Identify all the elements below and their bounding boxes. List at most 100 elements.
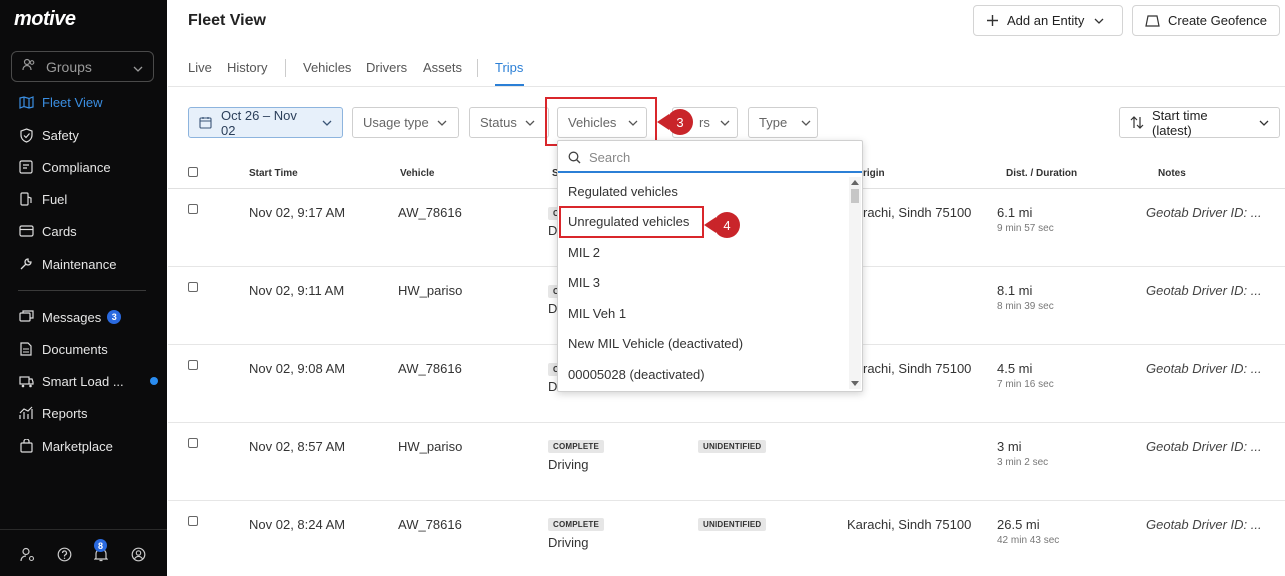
sidebar-item-cards[interactable]: Cards — [18, 220, 158, 242]
chevron-down-icon — [1094, 18, 1104, 24]
sidebar-item-reports[interactable]: Reports — [18, 402, 158, 424]
row-checkbox[interactable] — [188, 516, 198, 526]
active-tab-indicator — [495, 84, 524, 86]
dropdown-option-mil-veh-1[interactable]: MIL Veh 1 — [568, 306, 626, 321]
tab-assets[interactable]: Assets — [423, 60, 462, 75]
motive-logo[interactable]: motive — [14, 8, 76, 31]
dropdown-option-regulated[interactable]: Regulated vehicles — [568, 184, 678, 199]
scrollbar-thumb[interactable] — [851, 189, 859, 203]
sidebar-item-label: Fleet View — [42, 94, 103, 110]
tab-vehicles[interactable]: Vehicles — [303, 60, 351, 75]
start-time-cell: Nov 02, 9:08 AM — [249, 361, 346, 376]
notes-cell: Geotab Driver ID: ... — [1146, 205, 1262, 220]
sidebar-item-label: Documents — [42, 341, 108, 357]
dropdown-option-new-mil[interactable]: New MIL Vehicle (deactivated) — [568, 336, 743, 351]
start-time-cell: Nov 02, 8:24 AM — [249, 517, 346, 532]
help-icon[interactable] — [56, 546, 72, 562]
row-checkbox[interactable] — [188, 438, 198, 448]
start-time-cell: Nov 02, 8:57 AM — [249, 439, 346, 454]
usage-type-label: Usage type — [363, 115, 429, 130]
sidebar-item-label: Compliance — [42, 159, 111, 175]
type-filter[interactable]: Type — [748, 107, 818, 138]
truck-icon — [18, 373, 34, 389]
groups-icon — [22, 58, 36, 75]
column-header-vehicle[interactable]: Vehicle — [400, 168, 434, 179]
status-chip: COMPLETE — [548, 518, 605, 531]
row-checkbox[interactable] — [188, 282, 198, 292]
sidebar-divider — [18, 290, 146, 291]
duration-cell: 7 min 16 sec — [997, 379, 1054, 390]
sidebar-item-label: Safety — [42, 127, 79, 143]
sidebar-item-fleet-view[interactable]: Fleet View — [18, 91, 158, 113]
sidebar-item-compliance[interactable]: Compliance — [18, 156, 158, 178]
sidebar-item-messages[interactable]: Messages 3 — [18, 306, 158, 328]
messages-badge: 3 — [107, 310, 122, 324]
scroll-up-arrow-icon[interactable] — [851, 180, 859, 185]
sort-dropdown[interactable]: Start time (latest) — [1119, 107, 1280, 138]
create-geofence-button[interactable]: Create Geofence — [1132, 5, 1280, 36]
vehicle-search-input[interactable]: Search — [558, 143, 862, 173]
tab-drivers[interactable]: Drivers — [366, 60, 407, 75]
sidebar-item-fuel[interactable]: Fuel — [18, 188, 158, 210]
vehicle-cell[interactable]: HW_pariso — [398, 439, 462, 454]
vehicle-cell[interactable]: AW_78616 — [398, 205, 462, 220]
document-icon — [18, 341, 34, 357]
tab-history[interactable]: History — [227, 60, 267, 75]
dropdown-scrollbar[interactable] — [849, 177, 861, 389]
add-entity-button[interactable]: Add an Entity — [973, 5, 1123, 36]
sidebar-item-documents[interactable]: Documents — [18, 338, 158, 360]
status-cell: Driving — [548, 457, 589, 472]
vehicles-dropdown-menu: Search Regulated vehicles Unregulated ve… — [557, 140, 863, 392]
sidebar-item-smart-load[interactable]: Smart Load ... — [18, 370, 158, 392]
driver-tag-chip: UNIDENTIFIED — [698, 518, 767, 531]
wrench-icon — [18, 256, 34, 272]
column-header-start-time[interactable]: Start Time — [249, 168, 298, 179]
type-label: Type — [759, 115, 788, 130]
vehicle-cell[interactable]: AW_78616 — [398, 517, 462, 532]
sidebar-item-safety[interactable]: Safety — [18, 124, 158, 146]
user-settings-icon[interactable] — [19, 546, 35, 562]
map-icon — [18, 94, 34, 110]
groups-label: Groups — [46, 58, 92, 75]
tab-separator — [477, 59, 478, 77]
sidebar-item-label: Cards — [42, 223, 77, 239]
groups-selector[interactable]: Groups — [11, 51, 154, 82]
search-icon — [568, 151, 581, 164]
distance-cell: 3 mi — [997, 439, 1022, 454]
vehicle-cell[interactable]: AW_78616 — [398, 361, 462, 376]
dropdown-option-mil-2[interactable]: MIL 2 — [568, 245, 600, 260]
distance-cell: 6.1 mi — [997, 205, 1033, 220]
bag-icon — [18, 438, 34, 454]
date-range-filter[interactable]: Oct 26 – Nov 02 — [188, 107, 343, 138]
highlight-box-unregulated — [559, 206, 704, 238]
sort-label: Start time (latest) — [1152, 107, 1208, 138]
sidebar-item-marketplace[interactable]: Marketplace — [18, 435, 158, 457]
vehicle-cell[interactable]: HW_pariso — [398, 283, 462, 298]
column-header-notes[interactable]: Notes — [1158, 168, 1186, 179]
scroll-down-arrow-icon[interactable] — [851, 381, 859, 386]
sidebar-item-maintenance[interactable]: Maintenance — [18, 253, 158, 275]
sidebar-item-label: Maintenance — [42, 256, 117, 272]
origin-cell: rachi, Sindh 75100 — [863, 361, 972, 376]
step-number-4: 4 — [714, 212, 740, 238]
sidebar-item-label: Marketplace — [42, 438, 113, 454]
column-header-distance[interactable]: Dist. / Duration — [1006, 168, 1077, 179]
usage-type-filter[interactable]: Usage type — [352, 107, 459, 138]
start-time-cell: Nov 02, 9:17 AM — [249, 205, 346, 220]
select-all-checkbox[interactable] — [188, 167, 198, 177]
dropdown-option-00005028[interactable]: 00005028 (deactivated) — [568, 367, 705, 382]
tab-trips[interactable]: Trips — [495, 60, 523, 75]
column-header-origin[interactable]: rigin — [863, 168, 885, 179]
search-placeholder: Search — [589, 149, 631, 165]
fuel-icon — [18, 191, 34, 207]
row-checkbox[interactable] — [188, 204, 198, 214]
dropdown-option-mil-3[interactable]: MIL 3 — [568, 275, 600, 290]
account-icon[interactable] — [130, 546, 146, 562]
tabs-divider — [168, 86, 1285, 87]
sort-icon — [1130, 116, 1144, 129]
row-checkbox[interactable] — [188, 360, 198, 370]
chevron-down-icon — [437, 120, 447, 126]
tab-live[interactable]: Live — [188, 60, 212, 75]
status-filter[interactable]: Status — [469, 107, 549, 138]
card-icon — [18, 223, 34, 239]
